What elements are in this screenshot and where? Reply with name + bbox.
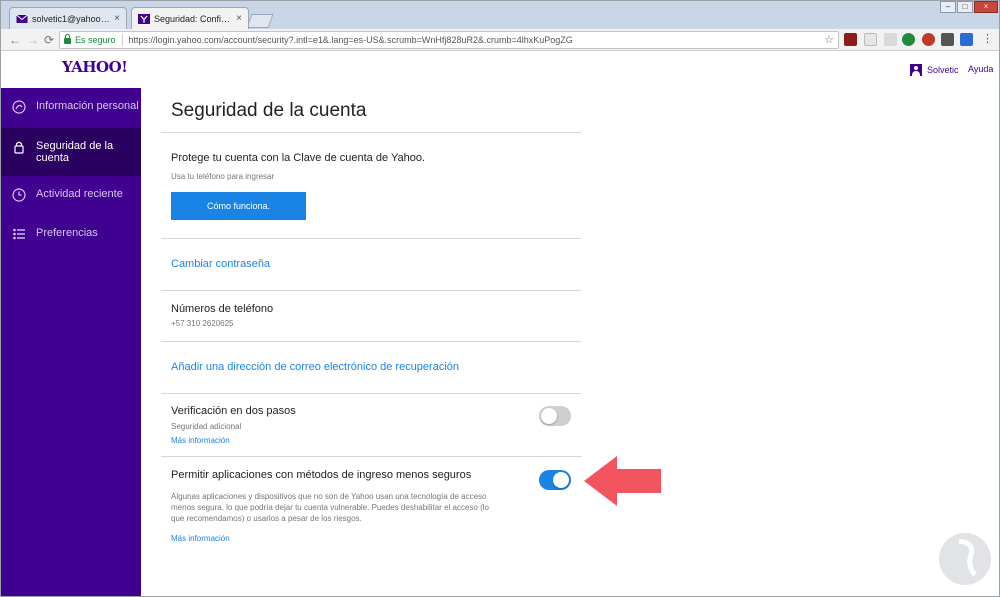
forward-button[interactable]: →: [27, 33, 39, 47]
solvetic-watermark-icon: [939, 533, 991, 585]
page-header: YAHOO! Solvetic Ayuda: [1, 52, 999, 88]
close-icon[interactable]: ×: [114, 13, 120, 24]
add-recovery-email-link[interactable]: Añadir una dirección de correo electróni…: [171, 361, 459, 373]
back-button[interactable]: ←: [9, 33, 21, 47]
tab-label: solvetic1@yahoo.com -: [32, 13, 110, 24]
url-text: https://login.yahoo.com/account/security…: [128, 35, 573, 45]
pen-extension-icon[interactable]: [864, 33, 877, 46]
edit-extension-icon[interactable]: [884, 33, 897, 46]
divider: [161, 341, 581, 342]
two-step-more-info-link[interactable]: Más información: [171, 436, 230, 445]
less-secure-apps-toggle[interactable]: [539, 470, 571, 490]
divider: [161, 238, 581, 239]
sidebar: Información personal Seguridad de la cue…: [1, 88, 141, 596]
close-window-button[interactable]: ×: [974, 1, 998, 13]
tab-label: Seguridad: Configuració: [154, 13, 232, 24]
sidebar-item-account-security[interactable]: Seguridad de la cuenta: [1, 128, 141, 176]
pdf-extension-icon[interactable]: [844, 33, 857, 46]
lock-icon: [64, 34, 71, 44]
how-it-works-button[interactable]: Cómo funciona.: [171, 192, 306, 220]
less-secure-apps-description: Algunas aplicaciones y dispositivos que …: [171, 492, 489, 523]
divider: [161, 393, 581, 394]
puzzle-extension-icon[interactable]: [941, 33, 954, 46]
sidebar-item-label: Información personal: [36, 100, 139, 112]
minimize-button[interactable]: –: [940, 1, 956, 13]
two-step-subtext: Seguridad adicional: [171, 422, 242, 431]
phone-numbers-label: Números de teléfono: [171, 303, 274, 315]
change-password-link[interactable]: Cambiar contraseña: [171, 258, 270, 270]
maximize-button[interactable]: □: [957, 1, 973, 13]
secure-label: Es seguro: [75, 35, 116, 45]
close-icon[interactable]: ×: [236, 13, 242, 24]
user-name: Solvetic: [927, 65, 959, 75]
divider: [161, 132, 581, 133]
green-extension-icon[interactable]: [902, 33, 915, 46]
two-step-toggle[interactable]: [539, 406, 571, 426]
account-key-heading: Protege tu cuenta con la Clave de cuenta…: [171, 152, 425, 164]
annotation-arrow-icon: [584, 456, 661, 506]
sidebar-item-recent-activity[interactable]: Actividad reciente: [1, 188, 141, 212]
user-circle-icon: [12, 100, 26, 114]
reload-button[interactable]: ⟳: [44, 33, 54, 47]
tab-strip: solvetic1@yahoo.com - × Seguridad: Confi…: [1, 1, 999, 29]
tab-yahoo-mail[interactable]: solvetic1@yahoo.com - ×: [9, 7, 127, 29]
lock-icon: [12, 140, 26, 154]
sidebar-item-label: Actividad reciente: [36, 188, 123, 200]
user-menu[interactable]: Solvetic: [910, 64, 959, 76]
browser-toolbar: ← → ⟳ Es seguro https://login.yahoo.com/…: [1, 29, 999, 51]
avatar-icon: [910, 64, 922, 76]
less-secure-more-info-link[interactable]: Más información: [171, 534, 230, 543]
help-link[interactable]: Ayuda: [968, 64, 993, 74]
toggle-knob: [541, 408, 557, 424]
secure-indicator[interactable]: Es seguro: [64, 34, 116, 45]
two-step-label: Verificación en dos pasos: [171, 405, 296, 417]
divider: [161, 290, 581, 291]
separator: [121, 34, 123, 46]
clock-icon: [12, 188, 26, 202]
list-settings-icon: [12, 227, 26, 241]
address-bar[interactable]: Es seguro https://login.yahoo.com/accoun…: [59, 31, 839, 49]
sidebar-item-label: Seguridad de la cuenta: [36, 140, 114, 164]
mail-icon: [16, 14, 28, 24]
divider: [161, 456, 581, 457]
yahoo-logo[interactable]: YAHOO!: [62, 58, 128, 76]
less-secure-apps-label: Permitir aplicaciones con métodos de ing…: [171, 469, 472, 481]
menu-icon[interactable]: ⋮: [981, 33, 994, 46]
blue-extension-icon[interactable]: [960, 33, 973, 46]
sidebar-item-personal-info[interactable]: Información personal: [1, 100, 141, 124]
yahoo-y-icon: [138, 13, 150, 24]
bookmark-star-icon[interactable]: ☆: [824, 33, 834, 46]
adblock-extension-icon[interactable]: [922, 33, 935, 46]
account-key-subtext: Usa tu teléfono para ingresar: [171, 172, 275, 181]
tab-security-settings[interactable]: Seguridad: Configuració ×: [131, 7, 249, 29]
sidebar-item-preferences[interactable]: Preferencias: [1, 227, 141, 251]
new-tab-button[interactable]: [246, 14, 274, 28]
page-title: Seguridad de la cuenta: [171, 100, 367, 121]
browser-window: solvetic1@yahoo.com - × Seguridad: Confi…: [0, 0, 1000, 597]
sidebar-item-label: Preferencias: [36, 227, 98, 239]
toggle-knob: [553, 472, 569, 488]
phone-number-value: +57 310 2620625: [171, 319, 234, 328]
